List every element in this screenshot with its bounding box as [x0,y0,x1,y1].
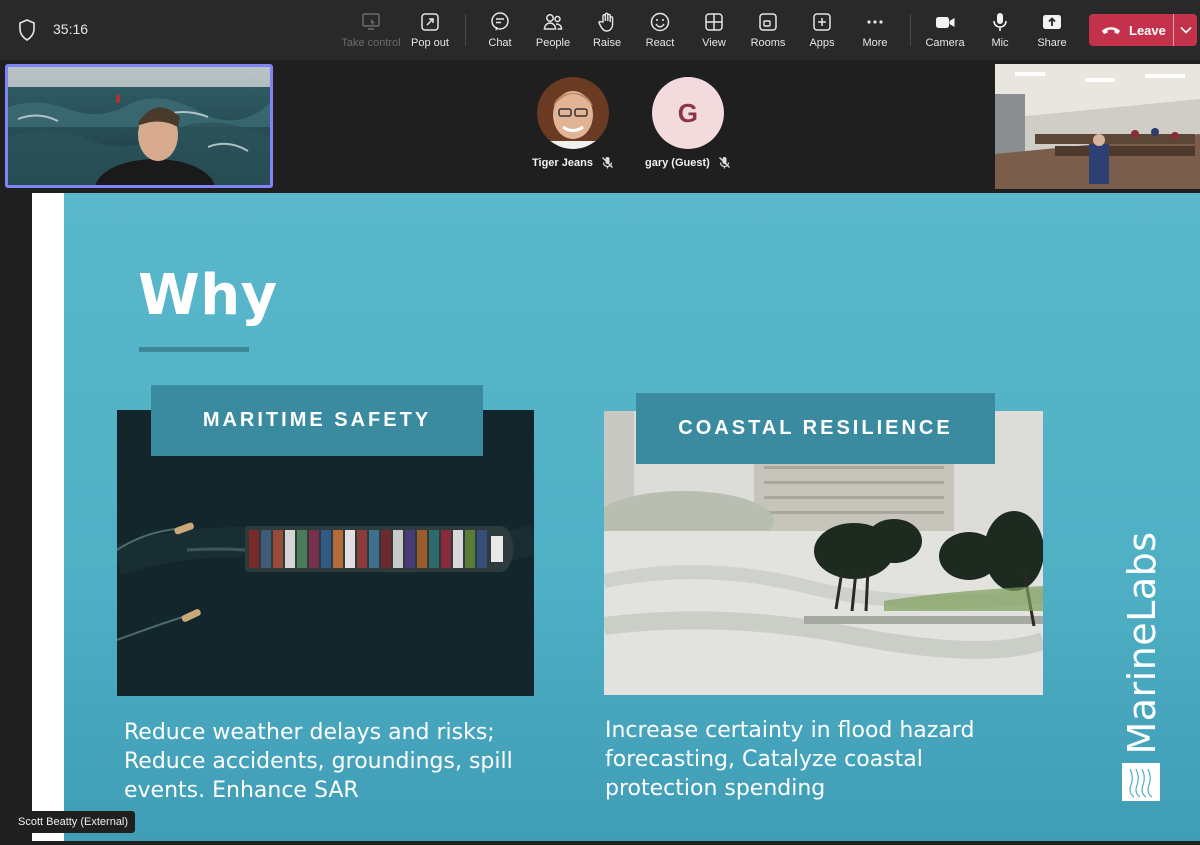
toolbar-divider [465,14,466,46]
participant-name: gary (Guest) [645,156,710,169]
toolbar-divider [910,14,911,46]
mic-muted-icon [718,157,730,169]
camera-label: Camera [925,37,965,49]
brand-wordmark: MarineLabs [1120,531,1164,755]
coastal-resilience-label-box: COASTAL RESILIENCE [636,393,995,464]
slide-title: Why [138,263,278,328]
pop-out-icon [421,13,439,31]
microphone-icon [993,13,1007,31]
wave-logo-icon [1129,768,1153,798]
meeting-toolbar: 35:16 Take control Pop out Chat People R… [0,0,1200,60]
chevron-down-icon [1179,26,1192,34]
smiley-icon [650,12,670,32]
participant-name-row: gary (Guest) [645,156,731,169]
pop-out-button[interactable]: Pop out [405,0,455,60]
room-video-feed [995,64,1200,189]
leave-button[interactable]: Leave [1089,14,1173,46]
take-control-icon [362,13,380,30]
chat-button[interactable]: Chat [480,0,520,60]
mic-label: Mic [991,37,1009,49]
people-button[interactable]: People [530,0,576,60]
chat-label: Chat [488,37,512,49]
participant-name: Tiger Jeans [532,156,593,169]
share-screen-icon [1043,15,1061,29]
react-button[interactable]: React [640,0,680,60]
react-label: React [645,37,675,49]
shield-icon [19,19,35,41]
participant-tiger-jeans[interactable]: Tiger Jeans [532,77,614,169]
view-label: View [702,37,726,49]
participant-photo [536,77,609,149]
rooms-button[interactable]: Rooms [746,0,790,60]
take-control-label: Take control [341,37,401,49]
participant-name-row: Tiger Jeans [532,156,614,169]
avatar: G [651,77,724,149]
self-video-feed [8,67,270,185]
avatar [536,77,609,149]
camera-button[interactable]: Camera [922,0,968,60]
rooms-label: Rooms [750,37,786,49]
apps-button[interactable]: Apps [802,0,842,60]
people-label: People [535,37,571,49]
apps-label: Apps [809,37,835,49]
hang-up-icon [1102,27,1120,34]
maritime-safety-label-box: MARITIME SAFETY [151,385,483,456]
maritime-safety-text: Reduce weather delays and risks; Reduce … [124,720,513,803]
maritime-safety-label: MARITIME SAFETY [202,409,432,431]
leave-label: Leave [1129,22,1166,38]
shared-slide: Why MARITIME SAFETY Reduce weather delay… [64,193,1200,841]
participant-gary-guest[interactable]: G gary (Guest) [645,77,731,169]
raise-hand-icon [598,12,614,32]
chat-icon [491,12,509,31]
share-label: Share [1037,37,1067,49]
mic-muted-icon [601,157,613,169]
take-control-button[interactable]: Take control [340,0,402,60]
add-apps-icon [813,13,831,31]
self-video-tile[interactable] [5,64,273,188]
view-button[interactable]: View [694,0,734,60]
mic-button[interactable]: Mic [980,0,1020,60]
raise-hand-button[interactable]: Raise [587,0,627,60]
leave-options-button[interactable] [1174,14,1197,46]
room-video-tile[interactable] [995,64,1200,189]
more-label: More [862,37,888,49]
title-underline [139,347,249,352]
people-icon [543,14,563,30]
coastal-resilience-label: COASTAL RESILIENCE [678,417,953,439]
more-button[interactable]: More [855,0,895,60]
camera-icon [936,17,955,28]
coastal-resilience-text: Increase certainty in flood hazard forec… [605,718,975,801]
brand-logo-icon [1122,763,1160,801]
grid-view-icon [705,13,723,31]
presenter-name-tag: Scott Beatty (External) [11,811,136,833]
pop-out-label: Pop out [411,37,449,49]
share-button[interactable]: Share [1032,0,1072,60]
leave-button-group: Leave [1089,14,1197,46]
meeting-timer: 35:16 [53,21,89,37]
brand-name: MarineLabs [1120,531,1164,755]
more-ellipsis-icon [867,20,883,24]
avatar-initial: G [677,97,698,128]
slide-left-margin [32,193,64,841]
raise-label: Raise [592,37,622,49]
breakout-rooms-icon [759,13,777,31]
